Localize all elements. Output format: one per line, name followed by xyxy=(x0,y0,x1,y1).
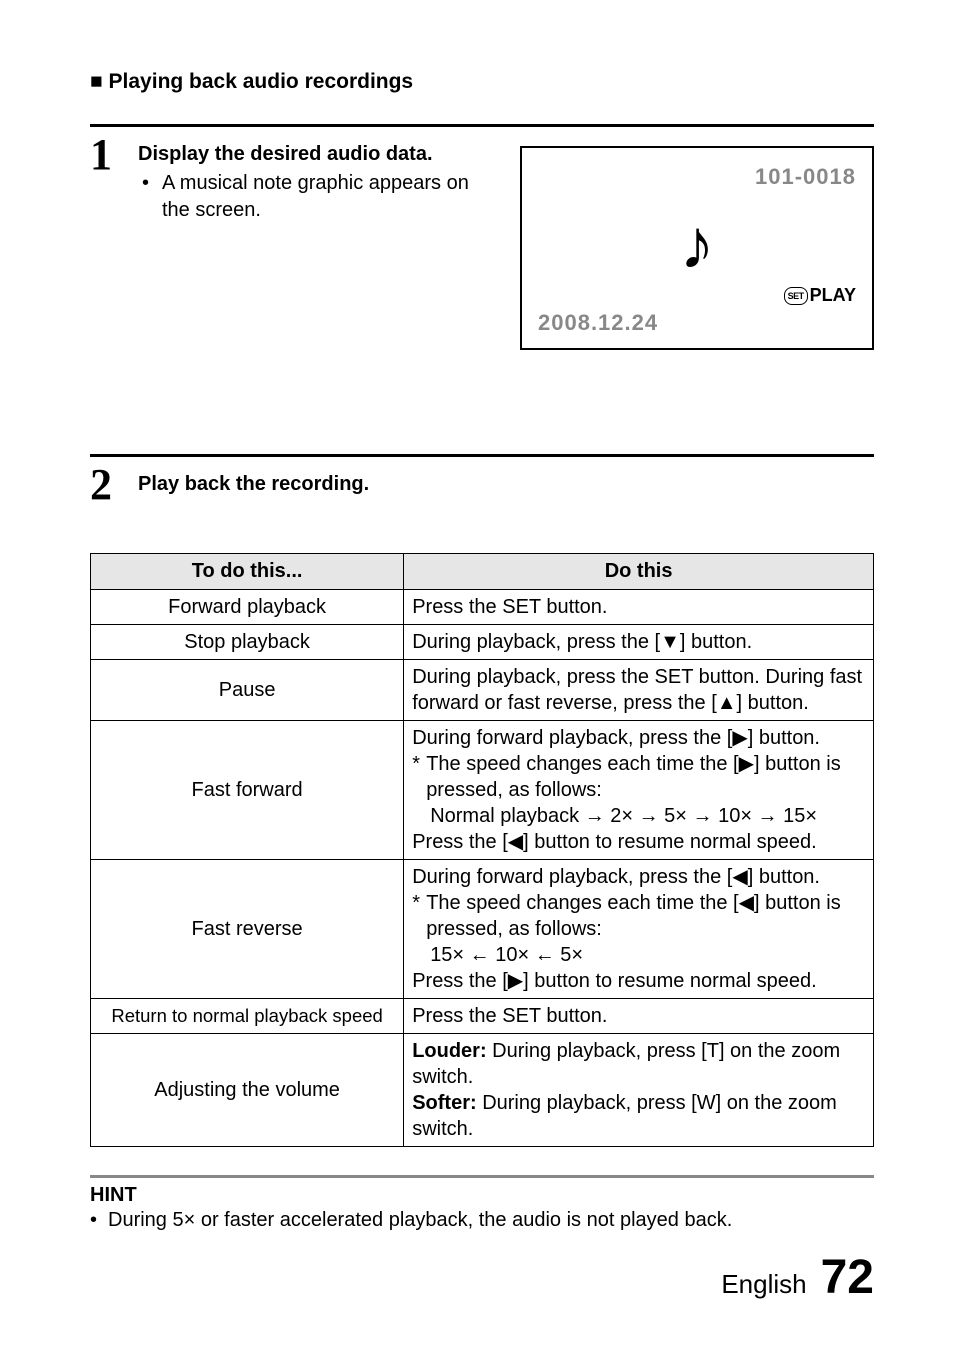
footer-page-number: 72 xyxy=(821,1250,874,1305)
asterisk: * xyxy=(412,890,426,942)
step-number: 2 xyxy=(90,463,138,507)
subhead-text: Playing back audio recordings xyxy=(109,70,414,93)
table-row: Stop playback During playback, press the… xyxy=(91,625,874,660)
row-instruction: Louder: During playback, press [T] on th… xyxy=(404,1034,874,1147)
line: During forward playback, press the [◀] b… xyxy=(412,864,865,890)
music-note-icon: ♪ xyxy=(680,209,715,279)
table-header-row: To do this... Do this xyxy=(91,554,874,590)
header-right: Do this xyxy=(404,554,874,590)
row-instruction: Press the SET button. xyxy=(404,590,874,625)
row-action: Pause xyxy=(91,660,404,721)
controls-table: To do this... Do this Forward playback P… xyxy=(90,553,874,1147)
footer-language: English xyxy=(721,1269,806,1300)
bullet-text: A musical note graphic appears on the sc… xyxy=(162,170,482,224)
rule-above-step1 xyxy=(90,124,874,127)
line: Normal playback → 2× → 5× → 10× → 15× xyxy=(412,803,865,829)
bullet-dot: • xyxy=(90,1209,108,1232)
hint-title: HINT xyxy=(90,1184,874,1207)
line: Press the [◀] button to resume normal sp… xyxy=(412,829,865,855)
table-row: Fast forward During forward playback, pr… xyxy=(91,721,874,860)
screen-date: 2008.12.24 xyxy=(538,310,658,336)
rule-above-step2 xyxy=(90,454,874,457)
table-row: Pause During playback, press the SET but… xyxy=(91,660,874,721)
table-row: Return to normal playback speed Press th… xyxy=(91,999,874,1034)
hint-rule xyxy=(90,1175,874,1178)
screen-play-indicator: SET PLAY xyxy=(784,285,856,306)
set-icon: SET xyxy=(784,287,808,305)
screen-file-id: 101-0018 xyxy=(755,164,856,190)
row-action: Fast reverse xyxy=(91,860,404,999)
row-action: Fast forward xyxy=(91,721,404,860)
step-number: 1 xyxy=(90,133,138,177)
table-row: Forward playback Press the SET button. xyxy=(91,590,874,625)
label-softer: Softer: xyxy=(412,1092,476,1114)
step-2: 2 Play back the recording. xyxy=(90,463,874,507)
section-subheading: ■ Playing back audio recordings xyxy=(90,70,874,94)
line: The speed changes each time the [▶] butt… xyxy=(426,751,865,803)
line: 15× ← 10× ← 5× xyxy=(412,942,865,968)
asterisk: * xyxy=(412,751,426,803)
row-instruction: During playback, press the SET button. D… xyxy=(404,660,874,721)
page-footer: English 72 xyxy=(721,1250,874,1305)
line: Press the [▶] button to resume normal sp… xyxy=(412,968,865,994)
step-title: Play back the recording. xyxy=(138,473,874,496)
row-action: Stop playback xyxy=(91,625,404,660)
line: During forward playback, press the [▶] b… xyxy=(412,725,865,751)
row-action: Forward playback xyxy=(91,590,404,625)
label-louder: Louder: xyxy=(412,1040,486,1062)
header-left: To do this... xyxy=(91,554,404,590)
row-instruction: Press the SET button. xyxy=(404,999,874,1034)
hint-text: During 5× or faster accelerated playback… xyxy=(108,1209,732,1232)
row-action: Adjusting the volume xyxy=(91,1034,404,1147)
play-label: PLAY xyxy=(810,285,856,306)
table-row: Fast reverse During forward playback, pr… xyxy=(91,860,874,999)
bullet-square: ■ xyxy=(90,70,103,93)
row-instruction: During playback, press the [▼] button. xyxy=(404,625,874,660)
table-row: Adjusting the volume Louder: During play… xyxy=(91,1034,874,1147)
line: The speed changes each time the [◀] butt… xyxy=(426,890,865,942)
row-instruction: During forward playback, press the [▶] b… xyxy=(404,721,874,860)
text-softer: During playback, press [W] on the zoom s… xyxy=(412,1092,837,1140)
bullet-dot: • xyxy=(138,170,162,224)
hint-body: • During 5× or faster accelerated playba… xyxy=(90,1209,874,1232)
device-screen-mock: 101-0018 ♪ SET PLAY 2008.12.24 xyxy=(520,146,874,350)
row-action: Return to normal playback speed xyxy=(91,999,404,1034)
row-instruction: During forward playback, press the [◀] b… xyxy=(404,860,874,999)
